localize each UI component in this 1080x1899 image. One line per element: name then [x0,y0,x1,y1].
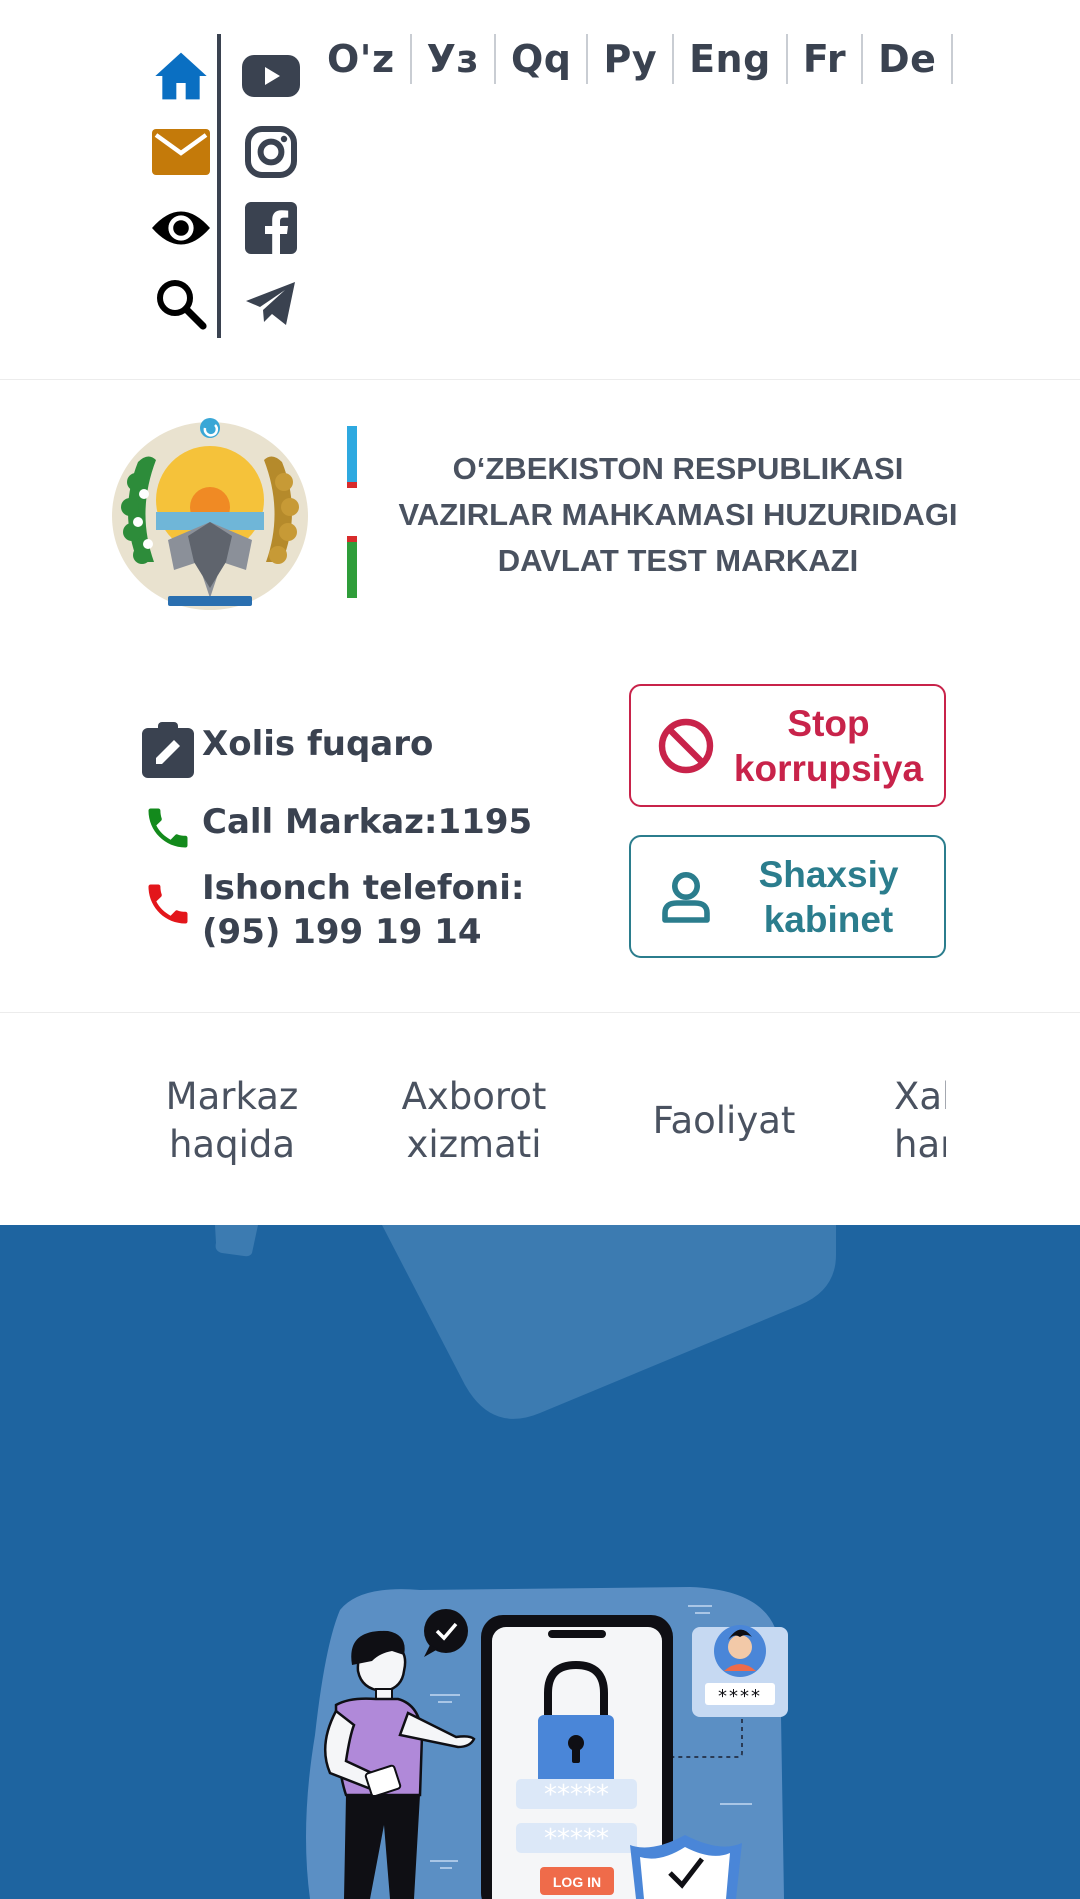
lang-oz-latin[interactable]: O'z [312,34,412,84]
telegram-icon[interactable] [238,266,304,342]
block-icon [641,717,731,775]
lang-english[interactable]: Eng [674,34,788,84]
clipboard-edit-icon [140,722,196,778]
nav-axborot-xizmati[interactable]: Axborot xizmati [394,1073,554,1169]
cabinet-line2: kabinet [763,898,894,940]
facebook-icon[interactable] [238,190,304,266]
nav-item-label: haqida [168,1123,296,1166]
organization-title: O‘ZBEKISTON RESPUBLIKASI VAZIRLAR MAHKAM… [388,446,968,584]
xolis-fuqaro-label: Xolis fuqaro [202,724,434,764]
shaxsiy-kabinet-button[interactable]: Shaxsiy kabinet [629,835,946,958]
lang-french[interactable]: Fr [788,34,864,84]
state-emblem-logo[interactable] [108,412,312,616]
org-title-line1: O‘ZBEKISTON RESPUBLIKASI [452,451,904,486]
call-center-label: Call Markaz:1195 [202,802,533,842]
lang-karakalpak[interactable]: Qq [496,34,589,84]
home-icon[interactable] [148,38,214,114]
instagram-icon[interactable] [238,114,304,190]
lang-german[interactable]: De [863,34,954,84]
nav-scroller[interactable]: Markaz haqida Axborot xizmati Faoliyat X… [0,1013,946,1225]
trust-phone-label: Ishonch telefoni: [202,868,525,908]
nav-item-label: Markaz [165,1075,299,1118]
nav-xalqaro[interactable]: Xalqaro hamkorlik [894,1073,946,1169]
lang-uz-cyrillic[interactable]: Уз [412,34,496,84]
avatar-password: **** [718,1686,762,1707]
search-icon[interactable] [148,266,214,342]
lang-russian[interactable]: Ру [588,34,675,84]
hero-illustration: ***** ***** LOG IN **** [215,1225,836,1899]
stop-line2: korrupsiya [733,747,924,789]
nav-faoliyat[interactable]: Faoliyat [646,1097,802,1145]
top-bar: O'z Уз Qq Ру Eng Fr De [0,0,1080,380]
nav-item-label: hamkorlik [894,1123,946,1166]
stop-korrupsiya-label: Stop korrupsiya [731,701,944,791]
org-title-line3: DAVLAT TEST MARKAZI [497,543,859,578]
cabinet-line1: Shaxsiy [758,853,899,895]
xolis-fuqaro-link[interactable]: Xolis fuqaro [140,722,433,778]
password-field-2: ***** [544,1824,609,1854]
nav-item-label: Faoliyat [652,1099,796,1142]
trust-phone-number: (95) 199 19 14 [202,912,482,952]
org-title-line2: VAZIRLAR MAHKAMASI HUZURIDAGI [398,497,958,532]
eye-icon[interactable] [148,190,214,266]
stop-line1: Stop [787,702,870,744]
stop-korrupsiya-button[interactable]: Stop korrupsiya [629,684,946,807]
phone-icon-red [140,876,196,932]
user-icon [641,871,731,923]
divider [0,379,1080,380]
nav-item-label: xizmati [406,1123,542,1166]
trust-phone[interactable]: Ishonch telefoni: (95) 199 19 14 [140,866,525,954]
password-field-1: ***** [544,1780,609,1810]
icon-divider [217,34,221,338]
language-switcher: O'z Уз Qq Ру Eng Fr De [312,34,954,84]
social-icons [238,38,304,342]
mail-icon[interactable] [148,114,214,190]
main-nav: Markaz haqida Axborot xizmati Faoliyat X… [0,1013,1080,1225]
nav-item-label: Axborot [401,1075,547,1118]
call-center[interactable]: Call Markaz:1195 [140,800,532,856]
youtube-icon[interactable] [238,38,304,114]
shaxsiy-kabinet-label: Shaxsiy kabinet [731,852,944,942]
phone-icon [140,800,196,856]
nav-item-label: Xalqaro [894,1075,946,1118]
flag-stripe [347,426,357,598]
login-button-illustration: LOG IN [553,1874,601,1890]
trust-phone-text: Ishonch telefoni: (95) 199 19 14 [202,866,525,954]
nav-markaz-haqida[interactable]: Markaz haqida [162,1073,302,1169]
utility-icons [148,38,214,342]
hero-banner: ***** ***** LOG IN **** [0,1225,1080,1899]
